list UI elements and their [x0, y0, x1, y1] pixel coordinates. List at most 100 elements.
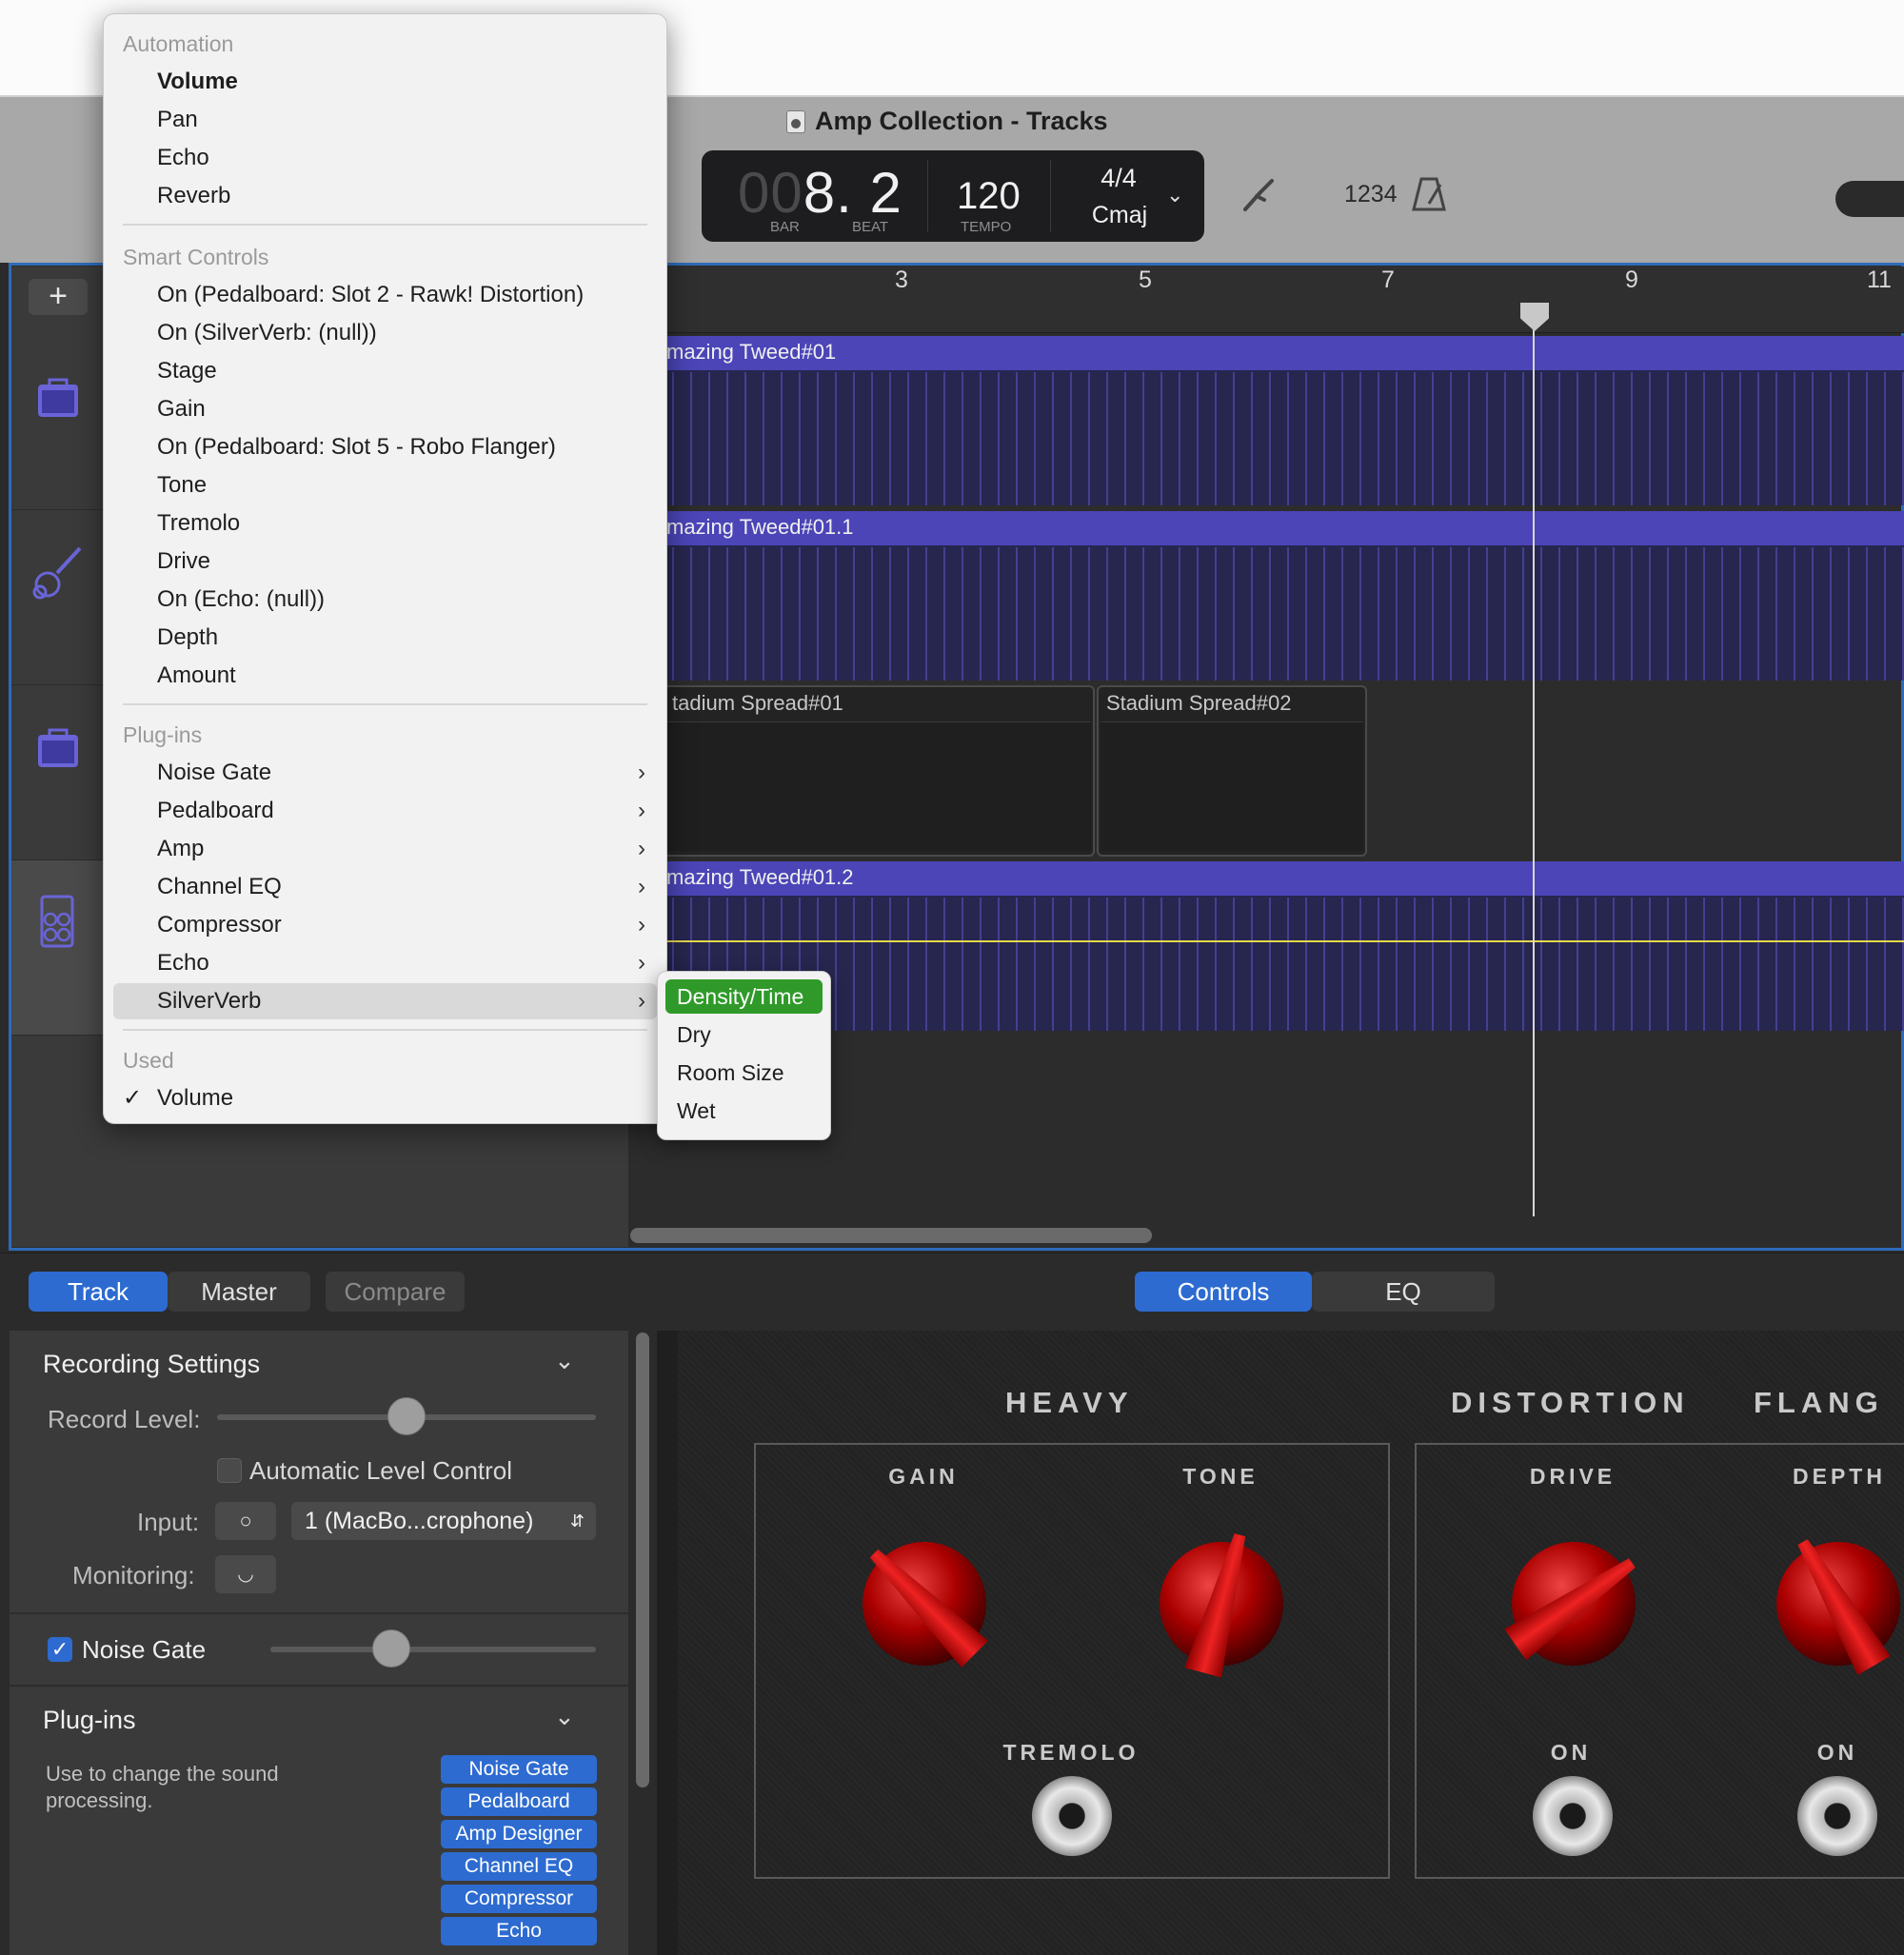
menu-item-plugin[interactable]: Amp ›	[113, 831, 657, 867]
submenu-item-wet[interactable]: Wet	[665, 1094, 823, 1128]
menu-item-plugin[interactable]: Pedalboard ›	[113, 793, 657, 829]
menu-item-smart[interactable]: Drive	[113, 543, 657, 580]
tempo-value[interactable]: 120	[957, 175, 1021, 218]
menu-item-smart[interactable]: Tremolo	[113, 505, 657, 542]
tab-eq[interactable]: EQ	[1312, 1272, 1495, 1312]
mono-input-button[interactable]: ○	[215, 1502, 276, 1540]
menu-item-smart[interactable]: Stage	[113, 353, 657, 389]
menu-item-label: Compressor	[157, 912, 282, 938]
monitoring-icon[interactable]: ◡	[215, 1555, 276, 1593]
chevron-right-icon: ›	[638, 798, 645, 823]
beat-label: BEAT	[852, 219, 889, 235]
menu-item-smart[interactable]: Amount	[113, 658, 657, 694]
lcd-display[interactable]: 008. 2 BAR BEAT 120 TEMPO 4/4 Cmaj ⌄	[702, 150, 1204, 242]
empty-region[interactable]: Stadium Spread#02	[1097, 685, 1367, 857]
drive-knob[interactable]	[1512, 1542, 1636, 1666]
key-signature[interactable]: Cmaj	[1082, 202, 1157, 229]
chevron-right-icon: ›	[638, 988, 645, 1014]
plugin-button[interactable]: Echo	[441, 1917, 597, 1945]
submenu-item-room-size[interactable]: Room Size	[665, 1056, 823, 1090]
ruler[interactable]: 3 5 7 9 11	[666, 267, 1904, 333]
tab-controls[interactable]: Controls	[1135, 1272, 1312, 1312]
submenu-item-density-time[interactable]: Density/Time	[665, 979, 823, 1014]
plugin-button[interactable]: Pedalboard	[441, 1787, 597, 1816]
menu-item-plugin[interactable]: Noise Gate ›	[113, 755, 657, 791]
plugin-button[interactable]: Amp Designer	[441, 1820, 597, 1848]
chevron-right-icon: ›	[638, 836, 645, 861]
plugin-button[interactable]: Noise Gate	[441, 1755, 597, 1784]
menu-item-smart[interactable]: Depth	[113, 620, 657, 656]
horizontal-scrollbar[interactable]	[630, 1228, 1152, 1243]
plugin-button[interactable]: Compressor	[441, 1885, 597, 1913]
tempo-label: TEMPO	[961, 219, 1012, 235]
bar-number: 9	[1625, 267, 1638, 293]
plugin-button[interactable]: Channel EQ	[441, 1852, 597, 1881]
gain-knob[interactable]	[863, 1542, 986, 1666]
submenu-item-dry[interactable]: Dry	[665, 1017, 823, 1052]
auto-level-label: Automatic Level Control	[249, 1456, 513, 1485]
noise-gate-slider[interactable]	[270, 1647, 596, 1652]
playhead[interactable]	[1533, 303, 1535, 1216]
inspector-scrollbar[interactable]	[636, 1333, 649, 1787]
menu-item-reverb[interactable]: Reverb	[113, 178, 657, 214]
menu-item-smart[interactable]: On (SilverVerb: (null))	[113, 315, 657, 351]
menu-item-smart[interactable]: On (Pedalboard: Slot 5 - Robo Flanger)	[113, 429, 657, 465]
distortion-on-toggle[interactable]	[1533, 1776, 1613, 1856]
menu-item-smart[interactable]: Gain	[113, 391, 657, 427]
count-in-button[interactable]: 1234	[1344, 181, 1398, 208]
menu-item-smart[interactable]: On (Echo: (null))	[113, 582, 657, 618]
menu-item-label: Pedalboard	[157, 798, 274, 823]
flanger-on-toggle[interactable]	[1797, 1776, 1877, 1856]
chevron-down-icon[interactable]: ⌄	[554, 1346, 575, 1375]
time-signature[interactable]: 4/4	[1090, 164, 1147, 193]
menu-item-label: Echo	[157, 950, 209, 976]
lcd-chevron-down-icon[interactable]: ⌄	[1166, 183, 1183, 207]
menu-item-silververb[interactable]: SilverVerb ›	[113, 983, 657, 1019]
noise-gate-thumb[interactable]	[371, 1629, 410, 1668]
menu-item-plugin[interactable]: Compressor ›	[113, 907, 657, 943]
automation-parameter-menu[interactable]: Automation Volume Pan Echo Reverb Smart …	[103, 13, 667, 1124]
tone-knob[interactable]	[1160, 1542, 1283, 1666]
add-track-button[interactable]: +	[29, 279, 88, 315]
recording-settings-title: Recording Settings	[43, 1350, 261, 1378]
inspector-panel: Recording Settings ⌄ Record Level: Autom…	[10, 1331, 628, 1955]
plugins-title: Plug-ins	[43, 1706, 136, 1734]
chevron-down-icon[interactable]: ⌄	[554, 1702, 575, 1731]
record-level-thumb[interactable]	[387, 1397, 426, 1435]
silververb-submenu[interactable]: Density/Time Dry Room Size Wet	[657, 971, 831, 1140]
menu-item-echo[interactable]: Echo	[113, 140, 657, 176]
menu-item-pan[interactable]: Pan	[113, 102, 657, 138]
chevron-right-icon: ›	[638, 950, 645, 976]
master-volume-pill[interactable]	[1835, 181, 1904, 217]
audio-region[interactable]: mazing Tweed#01	[666, 336, 1904, 505]
automation-line[interactable]	[666, 940, 1904, 942]
empty-region[interactable]: tadium Spread#01	[663, 685, 1095, 857]
region-name: mazing Tweed#01.2	[666, 861, 1904, 896]
menu-item-smart[interactable]: Tone	[113, 467, 657, 504]
bar-number: 7	[1381, 267, 1395, 293]
position-beat: . 2	[836, 161, 902, 225]
menu-item-plugin[interactable]: Echo ›	[113, 945, 657, 981]
metronome-icon[interactable]	[1412, 175, 1446, 213]
menu-item-plugin[interactable]: Channel EQ ›	[113, 869, 657, 905]
menu-item-used-volume[interactable]: ✓ Volume	[113, 1080, 657, 1116]
flanger-title: FLANG	[1754, 1386, 1884, 1419]
audio-region[interactable]: mazing Tweed#01.2	[666, 861, 1904, 1031]
noise-gate-checkbox[interactable]: ✓	[48, 1637, 72, 1662]
audio-region[interactable]: mazing Tweed#01.1	[666, 511, 1904, 681]
menu-section-used: Used	[123, 1048, 174, 1073]
tremolo-toggle[interactable]	[1032, 1776, 1112, 1856]
menu-item-smart[interactable]: On (Pedalboard: Slot 2 - Rawk! Distortio…	[113, 277, 657, 313]
position-display[interactable]: 008. 2	[738, 160, 902, 226]
region-name: tadium Spread#01	[672, 691, 843, 715]
compare-button[interactable]: Compare	[326, 1272, 465, 1312]
plugins-description: Use to change the sound processing.	[46, 1762, 279, 1812]
tuner-icon[interactable]	[1240, 175, 1279, 215]
auto-level-checkbox[interactable]	[217, 1458, 242, 1483]
menu-item-volume[interactable]: Volume	[113, 64, 657, 100]
tab-master[interactable]: Master	[168, 1272, 310, 1312]
on-label: ON	[1816, 1740, 1858, 1765]
depth-knob[interactable]	[1776, 1542, 1900, 1666]
tab-track[interactable]: Track	[29, 1272, 168, 1312]
input-select[interactable]: 1 (MacBo...crophone) ⇵	[291, 1502, 596, 1540]
